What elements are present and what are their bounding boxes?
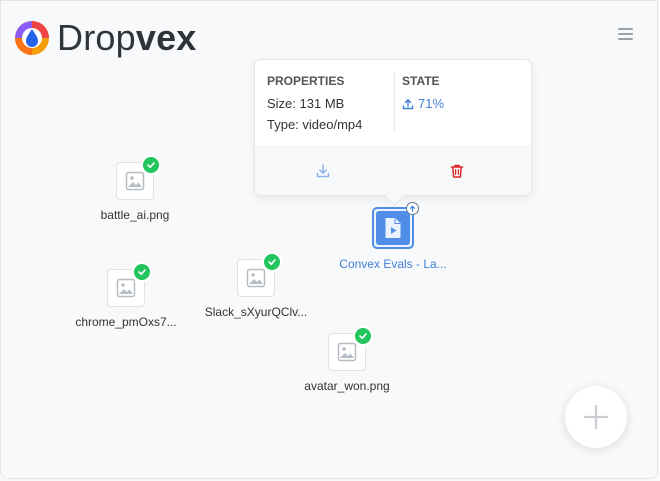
popover-actions — [255, 146, 531, 195]
file-thumbnail — [116, 155, 161, 200]
file-type: Type: video/mp4 — [267, 117, 363, 132]
video-file-icon — [385, 218, 401, 238]
file-thumbnail — [328, 326, 373, 371]
file-name: Convex Evals - La... — [339, 257, 447, 271]
file-size: Size: 131 MB — [267, 96, 345, 111]
state-section: STATE 71% — [402, 74, 444, 111]
add-file-button[interactable] — [565, 386, 627, 448]
image-icon — [125, 171, 145, 191]
file-properties-popover: PROPERTIES Size: 131 MB Type: video/mp4 … — [254, 59, 532, 207]
file-item[interactable]: avatar_won.png — [277, 326, 417, 393]
file-item-selected[interactable]: Convex Evals - La... — [323, 202, 463, 271]
divider — [394, 72, 395, 132]
check-icon — [262, 252, 282, 272]
properties-section: PROPERTIES Size: 131 MB Type: video/mp4 — [267, 74, 362, 132]
file-item[interactable]: chrome_pmOxs7... — [56, 262, 196, 329]
upload-percent: 71% — [418, 96, 445, 111]
delete-button[interactable] — [447, 161, 467, 181]
file-thumbnail — [107, 262, 152, 307]
logo: Dropvex — [12, 18, 197, 58]
upload-status-icon — [406, 202, 419, 215]
upload-progress: 71% — [402, 96, 444, 111]
file-thumbnail — [372, 202, 419, 249]
brand-name: Dropvex — [57, 17, 197, 58]
check-icon — [132, 262, 152, 282]
hamburger-icon — [618, 28, 633, 30]
image-icon — [116, 278, 136, 298]
properties-heading: PROPERTIES — [267, 74, 345, 88]
file-name: Slack_sXyurQClv... — [204, 305, 308, 319]
file-name: battle_ai.png — [100, 208, 170, 222]
check-icon — [353, 326, 373, 346]
dropvex-logo-icon — [15, 21, 49, 55]
check-icon — [141, 155, 161, 175]
file-name: chrome_pmOxs7... — [75, 315, 177, 329]
file-name: avatar_won.png — [304, 379, 390, 393]
upload-icon — [402, 98, 414, 109]
menu-button[interactable] — [616, 26, 636, 42]
image-icon — [337, 342, 357, 362]
download-icon — [316, 164, 330, 178]
download-button[interactable] — [313, 161, 333, 181]
file-item[interactable]: battle_ai.png — [65, 155, 205, 222]
state-heading: STATE — [402, 74, 440, 88]
plus-icon — [583, 404, 609, 430]
file-item[interactable]: Slack_sXyurQClv... — [186, 252, 326, 319]
file-thumbnail — [237, 252, 282, 297]
trash-icon — [450, 164, 464, 178]
image-icon — [246, 268, 266, 288]
